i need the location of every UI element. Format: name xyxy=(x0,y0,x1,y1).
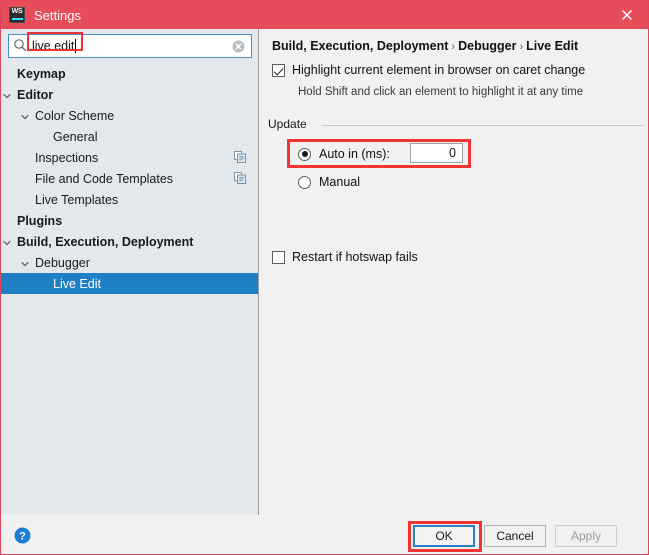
manual-radio-row[interactable]: Manual xyxy=(298,175,360,189)
tree-item-label: Debugger xyxy=(35,255,90,270)
title-bar: WS Settings xyxy=(1,1,648,29)
tree-item-label: General xyxy=(53,129,98,144)
breadcrumb-separator-2: › xyxy=(519,41,524,53)
tree-item-label: Color Scheme xyxy=(35,108,115,123)
breadcrumb-part-2[interactable]: Debugger xyxy=(458,39,516,53)
dialog-content: live edit Keymap Editor Color Scheme Genera… xyxy=(1,29,648,515)
tree-item-inspections[interactable]: Inspections xyxy=(1,147,258,168)
tree-item-live-templates[interactable]: Live Templates xyxy=(1,189,258,210)
settings-tree[interactable]: Keymap Editor Color Scheme General Inspectio… xyxy=(1,63,258,513)
ok-button[interactable]: OK xyxy=(413,525,475,547)
settings-sidebar: live edit Keymap Editor Color Scheme Genera… xyxy=(1,29,259,515)
tree-item-keymap[interactable]: Keymap xyxy=(1,63,258,84)
breadcrumb-separator-1: › xyxy=(451,41,456,53)
cancel-button[interactable]: Cancel xyxy=(484,525,546,547)
restart-hotswap-checkbox[interactable] xyxy=(272,250,285,264)
tree-item-label: Live Templates xyxy=(35,192,119,207)
manual-radio-label: Manual xyxy=(319,175,360,189)
update-group-divider xyxy=(322,125,644,126)
tree-item-general[interactable]: General xyxy=(1,126,258,147)
breadcrumb-part-3[interactable]: Live Edit xyxy=(526,39,578,53)
help-icon[interactable]: ? xyxy=(14,527,31,544)
tree-item-label: Live Edit xyxy=(53,276,101,291)
restart-hotswap-label: Restart if hotswap fails xyxy=(292,250,418,264)
search-input-value-wrap: live edit xyxy=(31,37,77,55)
window-title: Settings xyxy=(34,7,81,23)
tree-item-label: Plugins xyxy=(17,213,63,228)
copy-icon[interactable] xyxy=(234,172,246,184)
tree-item-file-and-code-templates[interactable]: File and Code Templates xyxy=(1,168,258,189)
tree-item-color-scheme[interactable]: Color Scheme xyxy=(1,105,258,126)
search-input[interactable]: live edit xyxy=(8,34,252,58)
highlight-element-checkbox[interactable] xyxy=(272,63,285,77)
tree-item-editor[interactable]: Editor xyxy=(1,84,258,105)
tree-item-label: Keymap xyxy=(17,66,66,81)
auto-radio-button[interactable] xyxy=(298,147,311,161)
settings-detail-panel: Build, Execution, Deployment › Debugger › Li… xyxy=(260,29,648,515)
dialog-footer: ? http://blog.csdn.net/daiqiaowu OK Canc… xyxy=(1,515,648,554)
update-group-legend: Update xyxy=(268,117,314,131)
restart-hotswap-checkbox-row[interactable]: Restart if hotswap fails xyxy=(272,250,418,264)
search-input-value: live edit xyxy=(32,39,75,53)
tree-item-label: Inspections xyxy=(35,150,99,165)
breadcrumb-part-1[interactable]: Build, Execution, Deployment xyxy=(272,39,448,53)
auto-ms-input[interactable]: 0 xyxy=(410,143,463,163)
auto-radio-row[interactable]: Auto in (ms): xyxy=(298,147,390,161)
clear-icon[interactable] xyxy=(232,40,245,53)
auto-radio-label: Auto in (ms): xyxy=(319,147,390,161)
tree-item-plugins[interactable]: Plugins xyxy=(1,210,258,231)
webstorm-icon: WS xyxy=(9,7,25,23)
highlight-element-label: Highlight current element in browser on … xyxy=(292,63,586,77)
chevron-down-icon[interactable] xyxy=(2,90,12,100)
text-caret xyxy=(75,39,77,53)
tree-item-label: Editor xyxy=(17,87,54,102)
chevron-down-icon[interactable] xyxy=(20,111,30,121)
close-icon[interactable] xyxy=(604,1,648,29)
auto-ms-value: 0 xyxy=(449,146,456,160)
search-icon xyxy=(13,38,27,55)
highlight-element-checkbox-row[interactable]: Highlight current element in browser on … xyxy=(272,63,585,77)
tree-item-live-edit[interactable]: Live Edit xyxy=(1,273,258,294)
manual-radio-button[interactable] xyxy=(298,175,311,189)
highlight-hint-text: Hold Shift and click an element to highl… xyxy=(298,86,584,98)
tree-item-label: Build, Execution, Deployment xyxy=(17,234,194,249)
breadcrumb: Build, Execution, Deployment › Debugger › Li… xyxy=(272,39,578,53)
copy-icon[interactable] xyxy=(234,151,246,163)
svg-text:?: ? xyxy=(19,530,26,542)
chevron-down-icon[interactable] xyxy=(20,258,30,268)
webstorm-icon-text: WS xyxy=(11,8,23,15)
webstorm-icon-accent xyxy=(12,18,23,20)
tree-item-debugger[interactable]: Debugger xyxy=(1,252,258,273)
tree-item-label: File and Code Templates xyxy=(35,171,174,186)
tree-item-build-execution-deployment[interactable]: Build, Execution, Deployment xyxy=(1,231,258,252)
settings-dialog: WS Settings live edit Keymap Editor Colo… xyxy=(0,0,649,555)
chevron-down-icon[interactable] xyxy=(2,237,12,247)
apply-button[interactable]: Apply xyxy=(555,525,617,547)
